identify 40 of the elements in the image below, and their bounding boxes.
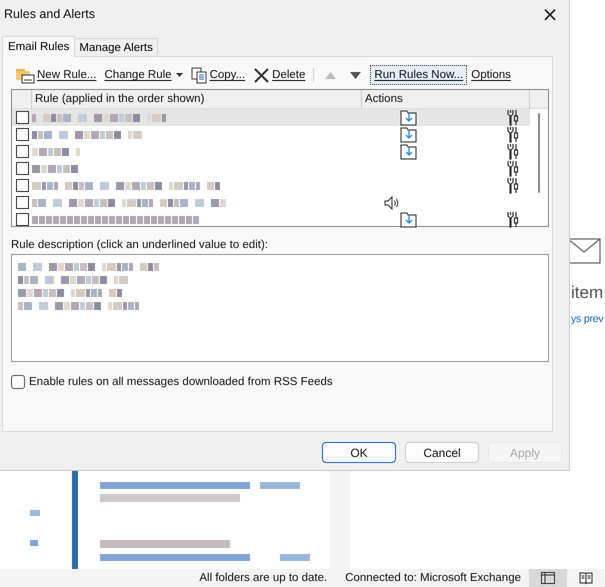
link[interactable]: ys prev — [571, 313, 604, 325]
caret-icon — [176, 73, 183, 77]
column-header: Actions — [362, 90, 530, 108]
checkbox[interactable] — [16, 213, 28, 226]
section-label: Rule description (click an underlined value to edit): — [11, 239, 269, 253]
window-title: Rules and Alerts — [4, 7, 96, 21]
reading-pane-title: item — [571, 283, 604, 303]
column-header: Rule (applied in the order shown) — [32, 90, 362, 108]
dialog-button[interactable]: Cancel — [405, 442, 479, 463]
book-icon — [579, 572, 593, 584]
toolbar-button[interactable]: Run Rules Now... — [370, 65, 468, 85]
checkbox[interactable] — [16, 128, 28, 141]
checkbox-label: Enable rules on all messages downloaded from RSS Feeds — [29, 376, 333, 388]
dialog-button[interactable]: OK — [322, 442, 396, 463]
status-text: All folders are up to date. — [199, 572, 328, 584]
checkbox[interactable] — [16, 162, 28, 175]
toolbar-button[interactable]: Delete — [249, 65, 310, 85]
layout-icon — [541, 572, 555, 584]
checkbox[interactable] — [16, 111, 28, 124]
tab[interactable]: Manage Alerts — [74, 38, 158, 56]
pixelated-text — [32, 147, 80, 156]
envelope-icon — [567, 238, 601, 264]
folder-icon — [15, 66, 35, 84]
down-arrow-icon — [350, 72, 362, 78]
normal-view-button[interactable] — [529, 569, 567, 587]
rule-row[interactable] — [12, 109, 530, 126]
delete-icon — [253, 66, 270, 84]
checkbox[interactable] — [16, 179, 28, 192]
checkbox[interactable] — [16, 196, 28, 209]
close-button[interactable]: × — [535, 1, 565, 27]
toolbar-button[interactable]: New Rule... — [11, 65, 100, 85]
status-text: Connected to: Microsoft Exchange — [345, 572, 521, 584]
checkbox[interactable] — [11, 375, 25, 389]
toolbar-button[interactable]: Copy... — [186, 65, 250, 85]
toolbar-button[interactable]: Options — [467, 65, 515, 85]
copy-icon — [190, 66, 208, 84]
tab[interactable]: Email Rules — [2, 36, 76, 57]
checkbox[interactable] — [16, 145, 28, 158]
up-arrow-icon — [325, 72, 336, 78]
toolbar-button[interactable]: Change Rule — [100, 65, 187, 85]
